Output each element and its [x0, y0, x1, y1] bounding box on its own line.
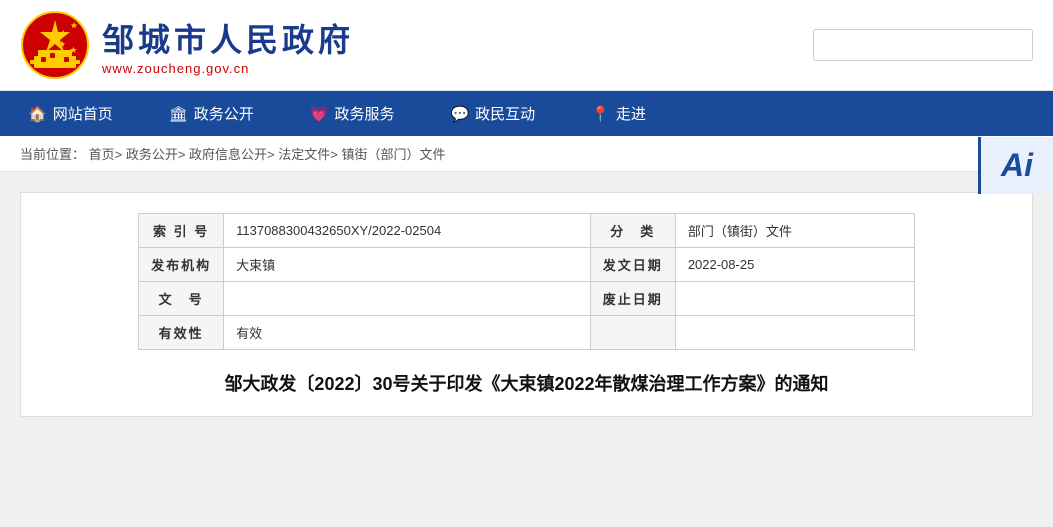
- value-wenhao: [224, 282, 591, 316]
- zhengwu-icon: 🏛: [169, 105, 188, 123]
- table-row: 发布机构 大束镇 发文日期 2022-08-25: [139, 248, 915, 282]
- label-fabujigou: 发布机构: [139, 248, 224, 282]
- logo-area: 邹城市人民政府 www.zoucheng.gov.cn: [20, 10, 354, 80]
- label-empty: [590, 316, 675, 350]
- breadcrumb-path: 首页> 政务公开> 政府信息公开> 法定文件> 镇街（部门）文件: [89, 147, 446, 162]
- table-row: 有效性 有效: [139, 316, 915, 350]
- label-fawenriqi: 发文日期: [590, 248, 675, 282]
- service-icon: 💗: [310, 105, 329, 123]
- site-title: 邹城市人民政府: [102, 15, 354, 61]
- value-fawenriqi: 2022-08-25: [675, 248, 914, 282]
- article-title: 邹大政发〔2022〕30号关于印发《大束镇2022年散煤治理工作方案》的通知: [41, 370, 1012, 396]
- logo-text: 邹城市人民政府 www.zoucheng.gov.cn: [102, 15, 354, 76]
- nav-interaction-label: 政民互动: [475, 103, 535, 124]
- about-icon: 📍: [591, 105, 610, 123]
- search-area[interactable]: [813, 29, 1033, 61]
- home-icon: 🏠: [28, 105, 47, 123]
- nav-service[interactable]: 💗 政务服务: [282, 91, 423, 136]
- nav-home[interactable]: 🏠 网站首页: [0, 91, 141, 136]
- nav-zhengwu-label: 政务公开: [194, 103, 254, 124]
- site-url: www.zoucheng.gov.cn: [102, 61, 354, 76]
- label-wenhao: 文 号: [139, 282, 224, 316]
- label-fenlei: 分 类: [590, 214, 675, 248]
- label-youxiaoxing: 有效性: [139, 316, 224, 350]
- nav-about[interactable]: 📍 走进: [563, 91, 674, 136]
- value-empty: [675, 316, 914, 350]
- nav-about-label: 走进: [616, 103, 646, 124]
- main-nav: 🏠 网站首页 🏛 政务公开 💗 政务服务 💬 政民互动 📍 走进: [0, 91, 1053, 136]
- table-row: 文 号 废止日期: [139, 282, 915, 316]
- search-input[interactable]: [813, 29, 1033, 61]
- breadcrumb-bar: 当前位置： 首页> 政务公开> 政府信息公开> 法定文件> 镇街（部门）文件: [0, 136, 1053, 172]
- value-fenlei: 部门（镇街）文件: [675, 214, 914, 248]
- interaction-icon: 💬: [450, 105, 469, 123]
- label-feizhi: 废止日期: [590, 282, 675, 316]
- breadcrumb-prefix: 当前位置：: [20, 147, 85, 162]
- main-content: 索 引 号 1137088300432650XY/2022-02504 分 类 …: [0, 172, 1053, 437]
- table-row: 索 引 号 1137088300432650XY/2022-02504 分 类 …: [139, 214, 915, 248]
- info-table: 索 引 号 1137088300432650XY/2022-02504 分 类 …: [138, 213, 915, 350]
- nav-zhengwu[interactable]: 🏛 政务公开: [141, 91, 282, 136]
- value-suoyinhao: 1137088300432650XY/2022-02504: [224, 214, 591, 248]
- site-header: 邹城市人民政府 www.zoucheng.gov.cn: [0, 0, 1053, 91]
- value-youxiaoxing: 有效: [224, 316, 591, 350]
- nav-service-label: 政务服务: [334, 103, 394, 124]
- content-card: 索 引 号 1137088300432650XY/2022-02504 分 类 …: [20, 192, 1033, 417]
- ai-badge: Ai: [978, 137, 1053, 194]
- value-feizhi: [675, 282, 914, 316]
- nav-interaction[interactable]: 💬 政民互动: [422, 91, 563, 136]
- government-emblem: [20, 10, 90, 80]
- label-suoyinhao: 索 引 号: [139, 214, 224, 248]
- nav-home-label: 网站首页: [53, 103, 113, 124]
- value-fabujigou: 大束镇: [224, 248, 591, 282]
